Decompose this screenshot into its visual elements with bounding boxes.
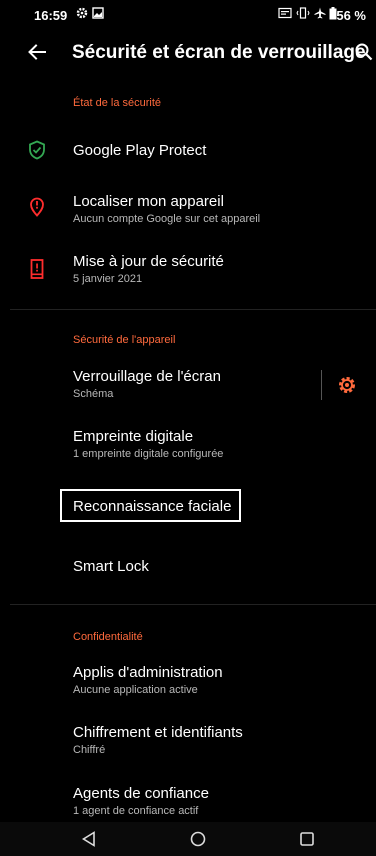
vertical-separator	[321, 370, 322, 400]
section-divider	[10, 309, 376, 310]
app-bar: Sécurité et écran de verrouillage	[0, 34, 376, 74]
list-item-device-admin[interactable]: Applis d'administration Aucune applicati…	[0, 656, 376, 706]
location-alert-icon	[30, 197, 44, 217]
list-item-subtitle: 1 empreinte digitale configurée	[73, 448, 224, 460]
section-divider	[10, 604, 376, 605]
network-icon	[278, 7, 292, 19]
search-icon[interactable]	[354, 42, 374, 62]
list-item-title: Mise à jour de sécurité	[73, 253, 224, 270]
battery-level: 56 %	[336, 8, 366, 23]
list-item-title: Chiffrement et identifiants	[73, 724, 243, 741]
navigation-bar	[0, 822, 376, 856]
list-item-security-update[interactable]: Mise à jour de sécurité 5 janvier 2021	[0, 245, 376, 295]
section-header-privacy: Confidentialité	[73, 631, 143, 643]
nav-recents-icon[interactable]	[298, 830, 316, 848]
list-item-title: Google Play Protect	[73, 142, 207, 159]
image-icon	[92, 7, 104, 19]
shield-check-icon	[29, 140, 45, 160]
list-item-subtitle: Aucun compte Google sur cet appareil	[73, 213, 261, 225]
section-header-security-status: État de la sécurité	[73, 97, 162, 109]
list-item-title: Verrouillage de l'écran	[73, 368, 221, 385]
list-item-subtitle: 5 janvier 2021	[73, 273, 143, 285]
list-item-title: Localiser mon appareil	[73, 193, 224, 210]
list-item-trust-agents[interactable]: Agents de confiance 1 agent de confiance…	[0, 777, 376, 822]
settings-gear-icon	[76, 7, 88, 19]
list-item-smart-lock[interactable]: Smart Lock	[0, 550, 376, 584]
page-title: Sécurité et écran de verrouillage	[72, 42, 366, 63]
gear-icon[interactable]	[337, 375, 357, 395]
list-item-title: Empreinte digitale	[73, 428, 194, 445]
list-item-title: Agents de confiance	[73, 785, 209, 802]
nav-back-icon[interactable]	[80, 830, 98, 848]
list-item-encryption[interactable]: Chiffrement et identifiants Chiffré	[0, 716, 376, 766]
list-item-find-device[interactable]: Localiser mon appareil Aucun compte Goog…	[0, 185, 376, 235]
phone-alert-icon	[30, 259, 44, 279]
vibrate-icon	[296, 7, 310, 19]
list-item-play-protect[interactable]: Google Play Protect	[0, 130, 376, 170]
list-item-subtitle: Schéma	[73, 388, 114, 400]
list-item-subtitle: Chiffré	[73, 744, 106, 756]
list-item-subtitle: Aucune application active	[73, 684, 198, 696]
focus-highlight-box	[60, 489, 241, 522]
status-time: 16:59	[34, 8, 68, 23]
nav-home-icon[interactable]	[189, 830, 207, 848]
section-header-device-security: Sécurité de l'appareil	[73, 334, 176, 346]
status-bar: 16:59 56 %	[0, 0, 376, 30]
list-item-screen-lock[interactable]: Verrouillage de l'écran Schéma	[0, 360, 376, 410]
list-item-fingerprint[interactable]: Empreinte digitale 1 empreinte digitale …	[0, 420, 376, 470]
list-item-subtitle: 1 agent de confiance actif	[73, 805, 199, 817]
arrow-back-icon[interactable]	[26, 41, 48, 63]
list-item-title: Applis d'administration	[73, 664, 223, 681]
airplane-icon	[314, 7, 326, 19]
list-item-title: Smart Lock	[73, 558, 149, 575]
